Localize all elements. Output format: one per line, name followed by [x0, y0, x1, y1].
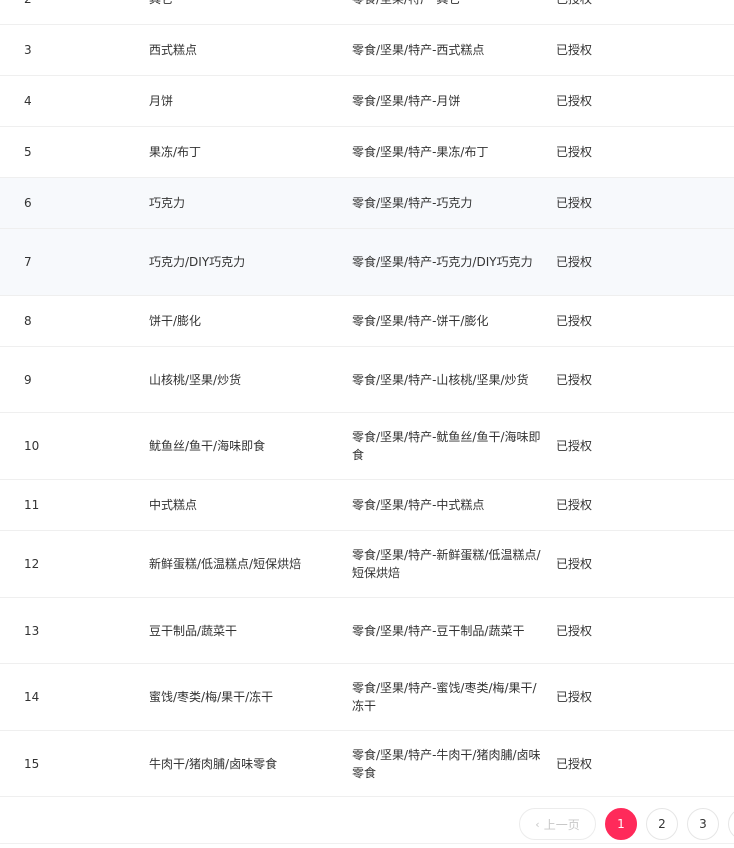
authorization-status: 已授权: [556, 255, 593, 269]
authorization-status: 已授权: [556, 94, 593, 108]
table-row: 6 巧克力 零食/坚果/特产-巧克力 已授权: [0, 178, 734, 229]
table-row: 4 月饼 零食/坚果/特产-月饼 已授权: [0, 76, 734, 127]
page-button-1[interactable]: 1: [605, 808, 637, 840]
category-name: 牛肉干/猪肉脯/卤味零食: [149, 756, 278, 771]
category-path: 零食/坚果/特产-新鲜蛋糕/低温糕点/短保烘焙: [352, 548, 541, 580]
category-name: 鱿鱼丝/鱼干/海味即食: [149, 439, 266, 453]
authorization-status: 已授权: [556, 623, 593, 638]
authorization-status: 已授权: [556, 690, 593, 704]
category-path: 零食/坚果/特产-牛肉干/猪肉脯/卤味零食: [352, 747, 541, 780]
category-path: 零食/坚果/特产-山核桃/坚果/炒货: [352, 372, 529, 387]
authorization-status: 已授权: [556, 314, 593, 328]
row-index: 13: [24, 623, 40, 638]
category-path: 零食/坚果/特产-果冻/布丁: [352, 145, 489, 159]
row-index: 4: [24, 94, 32, 108]
category-name: 中式糕点: [149, 498, 198, 512]
page-button-2[interactable]: 2: [646, 808, 678, 840]
row-index: 12: [24, 557, 40, 571]
category-name: 蜜饯/枣类/梅/果干/冻干: [149, 690, 274, 704]
category-name: 山核桃/坚果/炒货: [149, 372, 242, 387]
category-path: 零食/坚果/特产-其它: [352, 0, 554, 8]
category-name: 巧克力/DIY巧克力: [149, 255, 246, 269]
row-index: 10: [24, 439, 40, 453]
category-name: 巧克力: [149, 196, 186, 210]
category-name: 新鲜蛋糕/低温糕点/短保烘焙: [149, 557, 302, 571]
prev-page-label: 上一页: [543, 817, 580, 832]
table-row: 2 其它 零食/坚果/特产-其它 已授权: [0, 0, 734, 25]
category-name: 果冻/布丁: [149, 145, 202, 159]
authorization-table: 2 其它 零食/坚果/特产-其它 已授权 3 西式糕点 零食/坚果/特产-西式糕…: [0, 0, 734, 797]
divider: [0, 843, 734, 844]
table-row: 3 西式糕点 零食/坚果/特产-西式糕点 已授权: [0, 25, 734, 76]
authorization-status: 已授权: [556, 557, 593, 571]
row-index: 9: [24, 372, 32, 387]
category-path: 零食/坚果/特产-中式糕点: [352, 498, 485, 512]
row-index: 15: [24, 756, 40, 771]
prev-page-button[interactable]: ‹ 上一页: [519, 808, 596, 840]
authorization-status: 已授权: [556, 498, 593, 512]
category-path: 零食/坚果/特产-西式糕点: [352, 43, 485, 57]
table-row: 10 鱿鱼丝/鱼干/海味即食 零食/坚果/特产-鱿鱼丝/鱼干/海味即食 已授权: [0, 413, 734, 480]
pagination: ‹ 上一页 1 2 3 4: [0, 808, 734, 844]
category-name: 西式糕点: [149, 43, 198, 57]
chevron-left-icon: ‹: [535, 817, 540, 831]
row-index: 5: [24, 145, 32, 159]
authorization-status: 已授权: [556, 196, 593, 210]
page-button-4[interactable]: 4: [728, 808, 734, 840]
table-row: 5 果冻/布丁 零食/坚果/特产-果冻/布丁 已授权: [0, 127, 734, 178]
category-name: 豆干制品/蔬菜干: [149, 623, 238, 638]
table-row: 7 巧克力/DIY巧克力 零食/坚果/特产-巧克力/DIY巧克力 已授权: [0, 229, 734, 296]
table-row: 15 牛肉干/猪肉脯/卤味零食 零食/坚果/特产-牛肉干/猪肉脯/卤味零食 已授…: [0, 731, 734, 797]
row-index: 6: [24, 196, 32, 210]
row-index: 3: [24, 43, 32, 57]
category-path: 零食/坚果/特产-月饼: [352, 94, 461, 108]
authorization-status: 已授权: [554, 0, 734, 8]
page-button-3[interactable]: 3: [687, 808, 719, 840]
category-name: 其它: [136, 0, 352, 8]
category-path: 零食/坚果/特产-鱿鱼丝/鱼干/海味即食: [352, 430, 541, 462]
authorization-status: 已授权: [556, 756, 593, 771]
authorization-status: 已授权: [556, 439, 593, 453]
row-index: 2: [0, 0, 136, 8]
category-name: 饼干/膨化: [149, 314, 202, 328]
category-name: 月饼: [149, 94, 174, 108]
table-row: 11 中式糕点 零食/坚果/特产-中式糕点 已授权: [0, 480, 734, 531]
table-row: 13 豆干制品/蔬菜干 零食/坚果/特产-豆干制品/蔬菜干 已授权: [0, 598, 734, 664]
authorization-status: 已授权: [556, 372, 593, 387]
category-path: 零食/坚果/特产-巧克力/DIY巧克力: [352, 255, 533, 269]
category-path: 零食/坚果/特产-豆干制品/蔬菜干: [352, 623, 525, 638]
row-index: 8: [24, 314, 32, 328]
category-path: 零食/坚果/特产-巧克力: [352, 196, 473, 210]
authorization-status: 已授权: [556, 145, 593, 159]
table-row: 12 新鲜蛋糕/低温糕点/短保烘焙 零食/坚果/特产-新鲜蛋糕/低温糕点/短保烘…: [0, 531, 734, 598]
category-path: 零食/坚果/特产-蜜饯/枣类/梅/果干/冻干: [352, 681, 537, 713]
row-index: 14: [24, 690, 40, 704]
row-index: 7: [24, 255, 32, 269]
row-index: 11: [24, 498, 40, 512]
category-path: 零食/坚果/特产-饼干/膨化: [352, 314, 489, 328]
authorization-status: 已授权: [556, 43, 593, 57]
table-row: 8 饼干/膨化 零食/坚果/特产-饼干/膨化 已授权: [0, 296, 734, 347]
table-row: 14 蜜饯/枣类/梅/果干/冻干 零食/坚果/特产-蜜饯/枣类/梅/果干/冻干 …: [0, 664, 734, 731]
table-row: 9 山核桃/坚果/炒货 零食/坚果/特产-山核桃/坚果/炒货 已授权: [0, 347, 734, 413]
